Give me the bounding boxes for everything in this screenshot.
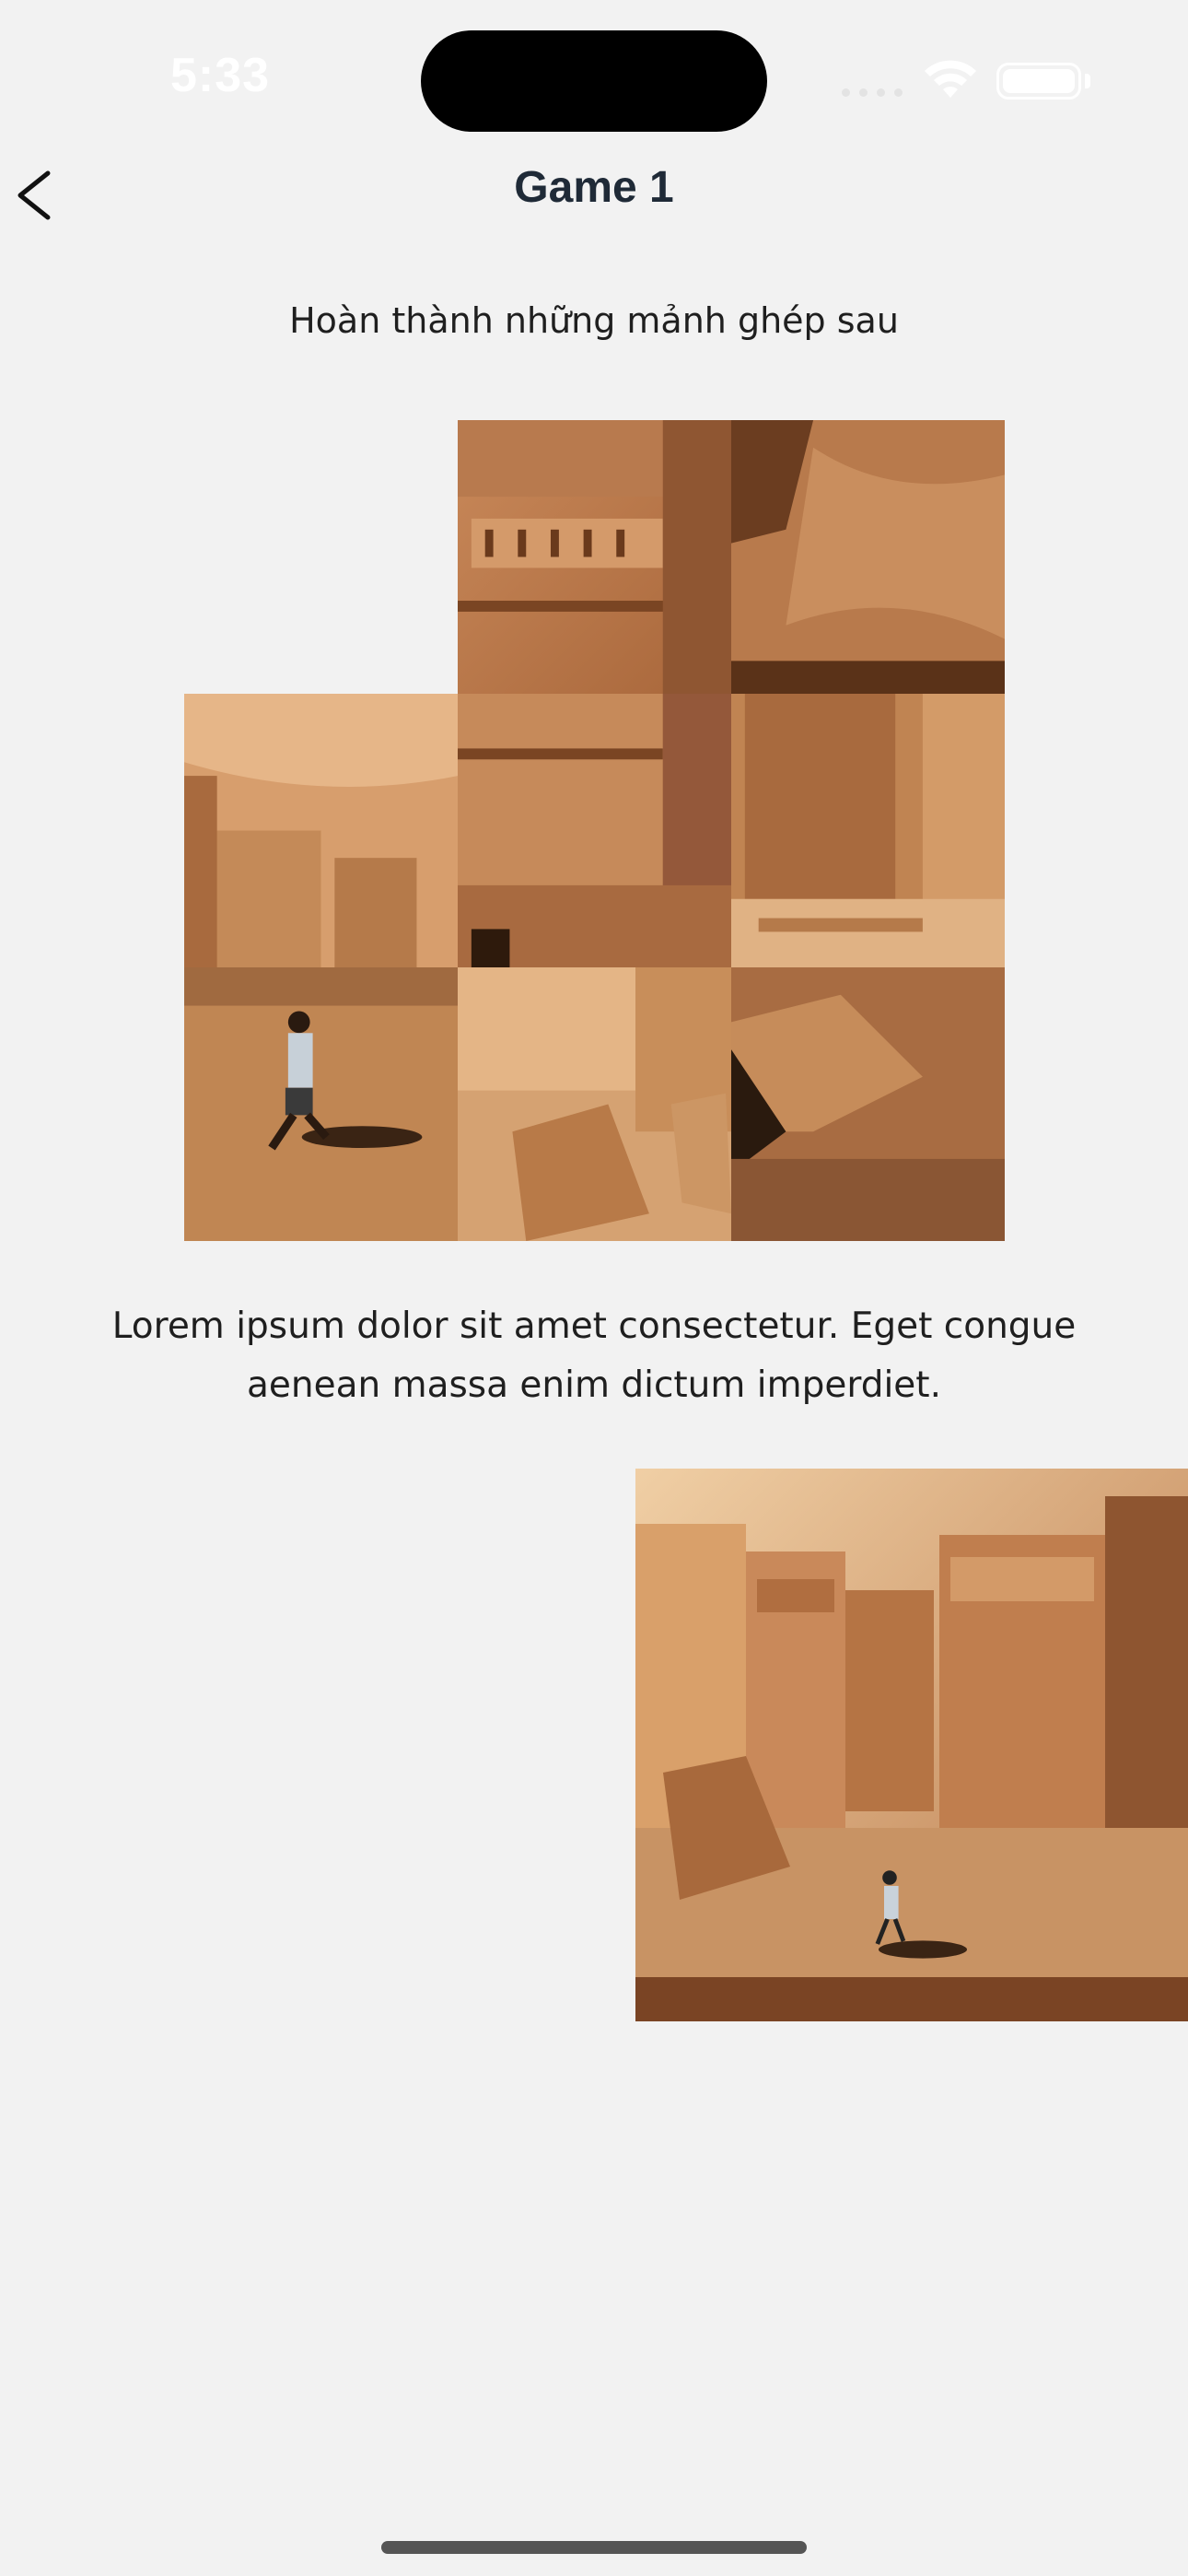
status-time: 5:33 bbox=[170, 49, 271, 102]
page-title: Game 1 bbox=[514, 163, 674, 212]
status-bar: 5:33 bbox=[0, 0, 1188, 157]
puzzle-tile[interactable] bbox=[731, 420, 1005, 694]
puzzle-tile[interactable] bbox=[184, 694, 458, 967]
instruction-text: Hoàn thành những mảnh ghép sau bbox=[289, 300, 899, 341]
home-indicator bbox=[381, 2541, 807, 2554]
battery-cap bbox=[1085, 74, 1090, 88]
dynamic-island bbox=[421, 30, 767, 132]
reference-image bbox=[635, 1469, 1188, 2021]
description-text: Lorem ipsum dolor sit amet consectetur. … bbox=[111, 1306, 1077, 1406]
puzzle-tile[interactable] bbox=[458, 694, 731, 967]
puzzle-tile[interactable] bbox=[458, 967, 731, 1241]
puzzle-tile[interactable] bbox=[458, 420, 731, 694]
puzzle-grid bbox=[184, 420, 1005, 1241]
puzzle-tile[interactable] bbox=[731, 967, 1005, 1241]
puzzle-tile[interactable] bbox=[731, 694, 1005, 967]
wifi-icon bbox=[925, 60, 976, 98]
battery-icon bbox=[996, 63, 1081, 100]
puzzle-tile[interactable] bbox=[184, 967, 458, 1241]
cellular-signal-icon bbox=[842, 88, 903, 97]
